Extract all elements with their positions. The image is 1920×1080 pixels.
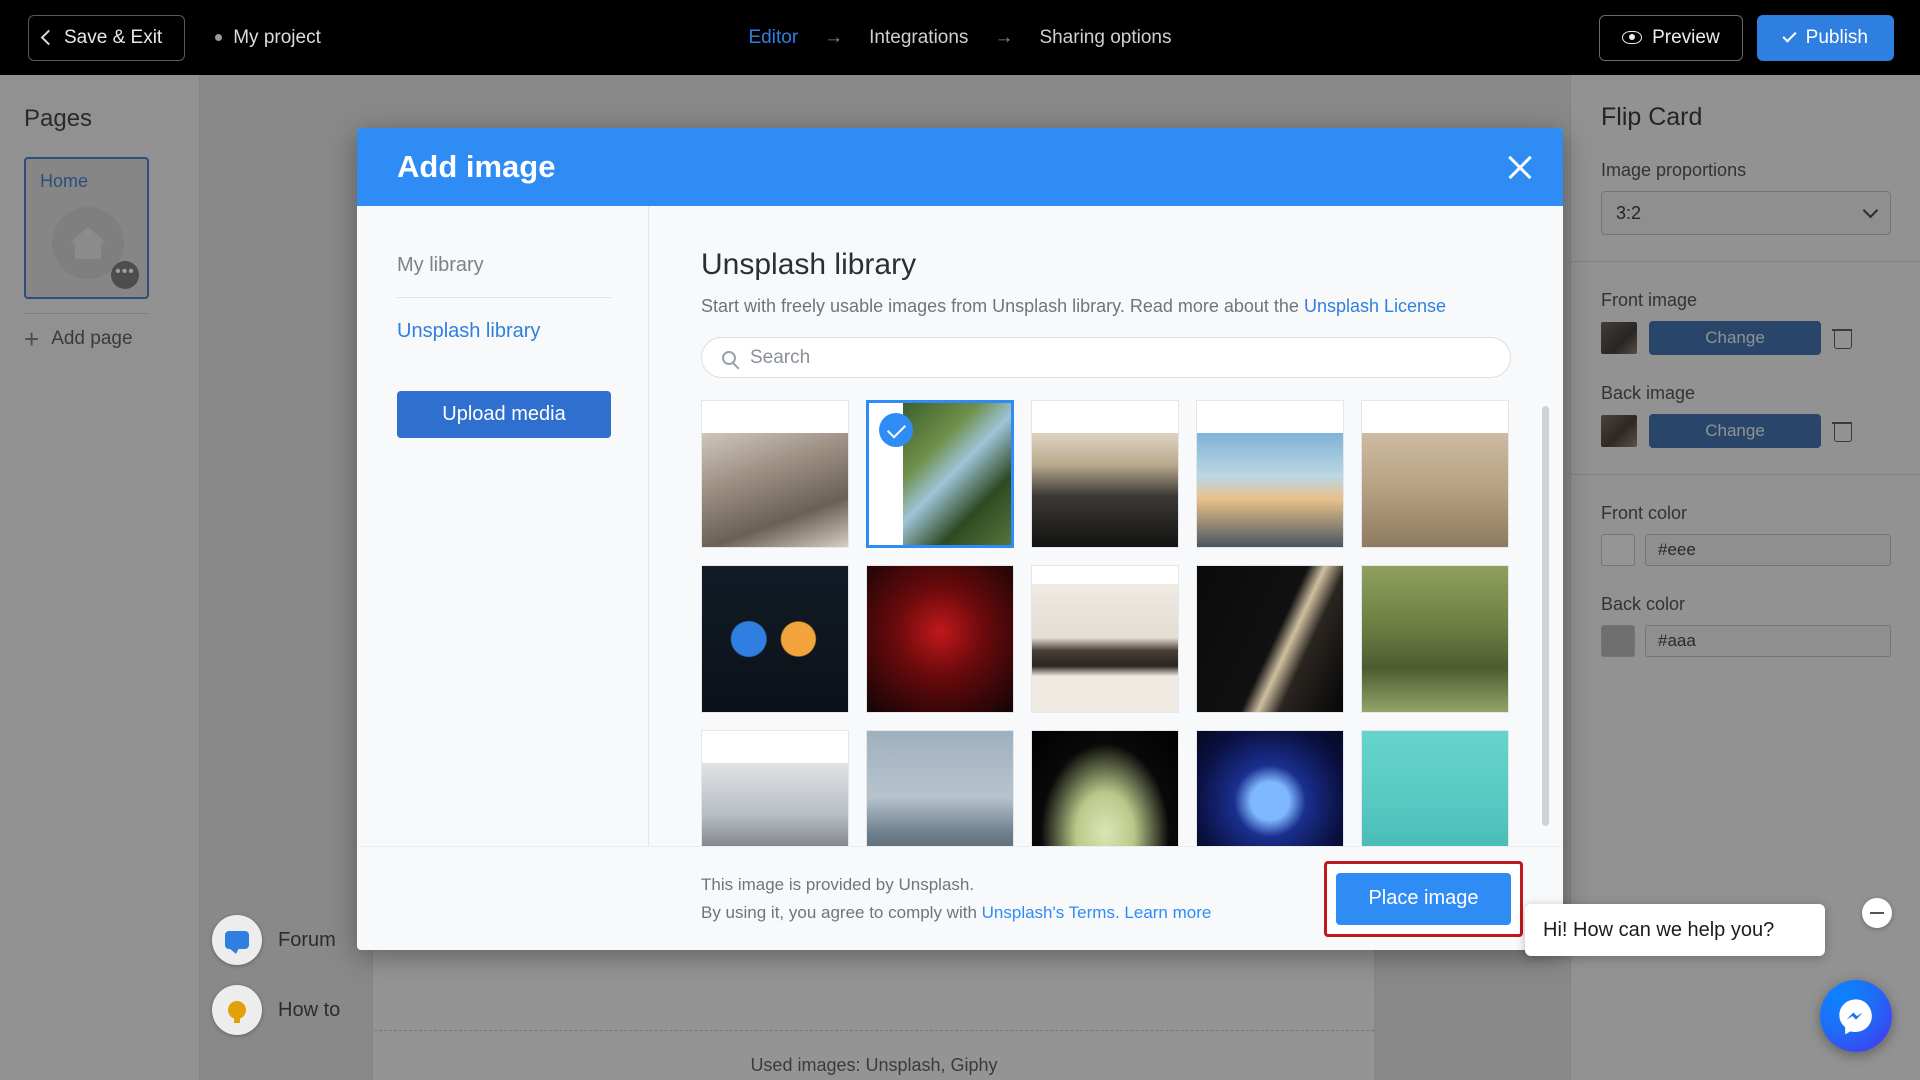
place-image-button[interactable]: Place image [1336, 872, 1511, 925]
image-grid-scroll [701, 400, 1563, 846]
unsplash-heading: Unsplash library [701, 248, 917, 281]
image-thumb-1-selected[interactable] [866, 400, 1014, 549]
forum-helper[interactable]: Forum [212, 915, 336, 965]
search-box[interactable] [701, 337, 1511, 379]
image-thumb-3[interactable] [1196, 400, 1344, 549]
status-dot-icon [215, 34, 223, 41]
image-grid [701, 400, 1523, 846]
close-icon[interactable] [1505, 152, 1535, 182]
image-thumb-13[interactable] [1196, 730, 1344, 846]
grid-scrollbar[interactable] [1542, 400, 1549, 846]
modal-sidebar: My library Unsplash library Upload media [357, 206, 649, 846]
unsplash-license-link[interactable]: Unsplash License [1304, 296, 1446, 316]
app-root: Used images: Unsplash, Giphy Pages Home … [0, 0, 1920, 1080]
image-thumb-6[interactable] [866, 565, 1014, 714]
publish-label: Publish [1805, 26, 1868, 48]
modal-header: Add image [357, 128, 1563, 206]
forum-label: Forum [278, 928, 336, 951]
preview-label: Preview [1652, 26, 1720, 48]
image-thumb-8[interactable] [1196, 565, 1344, 714]
attribution-prefix: By using it, you agree to comply with [701, 902, 982, 922]
image-thumb-9[interactable] [1361, 565, 1509, 714]
attribution-line-1: This image is provided by Unsplash. [701, 875, 975, 895]
howto-helper[interactable]: How to [212, 985, 340, 1035]
step-integrations[interactable]: Integrations [869, 27, 968, 49]
forum-icon [212, 915, 262, 965]
image-thumb-0[interactable] [701, 400, 849, 549]
messenger-button[interactable] [1820, 980, 1892, 1052]
check-icon-publish [1782, 28, 1797, 43]
image-thumb-12[interactable] [1031, 730, 1179, 846]
top-toolbar: Save & Exit My project Editor → Integrat… [0, 0, 1920, 75]
search-input[interactable] [750, 346, 1490, 369]
save-and-exit-label: Save & Exit [64, 26, 163, 48]
learn-more-link[interactable]: Learn more [1120, 903, 1211, 922]
chevron-left-icon [40, 29, 57, 46]
modal-footer: This image is provided by Unsplash. By u… [357, 846, 1563, 950]
search-icon [722, 350, 736, 365]
save-and-exit-button[interactable]: Save & Exit [28, 14, 186, 61]
image-thumb-7[interactable] [1031, 565, 1179, 714]
sidebar-item-my-library[interactable]: My library [397, 254, 648, 277]
publish-button[interactable]: Publish [1756, 14, 1894, 61]
messenger-icon [1839, 999, 1872, 1035]
check-icon [879, 413, 913, 448]
modal-body: My library Unsplash library Upload media… [357, 206, 1563, 846]
modal-title: Add image [397, 149, 556, 184]
image-thumb-4[interactable] [1361, 400, 1509, 549]
unsplash-terms-link[interactable]: Unsplash's Terms. [982, 903, 1120, 922]
attribution-text: This image is provided by Unsplash. By u… [701, 871, 1211, 925]
image-thumb-2[interactable] [1031, 400, 1179, 549]
step-editor[interactable]: Editor [749, 27, 799, 49]
image-thumb-14[interactable] [1361, 730, 1509, 846]
howto-label: How to [278, 998, 341, 1021]
image-thumb-11[interactable] [866, 730, 1014, 846]
chat-prompt[interactable]: Hi! How can we help you? [1525, 904, 1825, 956]
step-breadcrumb: Editor → Integrations → Sharing options [749, 27, 1172, 49]
eye-icon [1622, 31, 1643, 44]
project-name-label: My project [233, 26, 321, 48]
grid-scrollbar-thumb[interactable] [1542, 406, 1549, 827]
chat-minimize-button[interactable] [1862, 898, 1892, 928]
image-thumb-10[interactable] [701, 730, 849, 846]
project-name[interactable]: My project [215, 27, 321, 49]
add-image-modal: Add image My library Unsplash library Up… [357, 128, 1563, 950]
lightbulb-icon [212, 985, 262, 1035]
upload-media-button[interactable]: Upload media [397, 391, 611, 438]
modal-main: Unsplash library Start with freely usabl… [649, 206, 1563, 846]
unsplash-description: Start with freely usable images from Uns… [701, 296, 1563, 317]
top-actions: Preview Publish [1599, 14, 1894, 61]
sidebar-item-unsplash-library[interactable]: Unsplash library [397, 320, 648, 343]
attribution-line-2: By using it, you agree to comply with Un… [701, 899, 1211, 926]
description-text: Start with freely usable images from Uns… [701, 296, 1304, 316]
preview-button[interactable]: Preview [1599, 14, 1743, 61]
arrow-right-icon-1: → [824, 26, 844, 48]
image-thumb-5[interactable] [701, 565, 849, 714]
sidebar-divider [397, 297, 611, 298]
arrow-right-icon-2: → [994, 26, 1014, 48]
step-sharing-options[interactable]: Sharing options [1039, 27, 1171, 49]
place-image-highlight: Place image [1324, 860, 1523, 937]
